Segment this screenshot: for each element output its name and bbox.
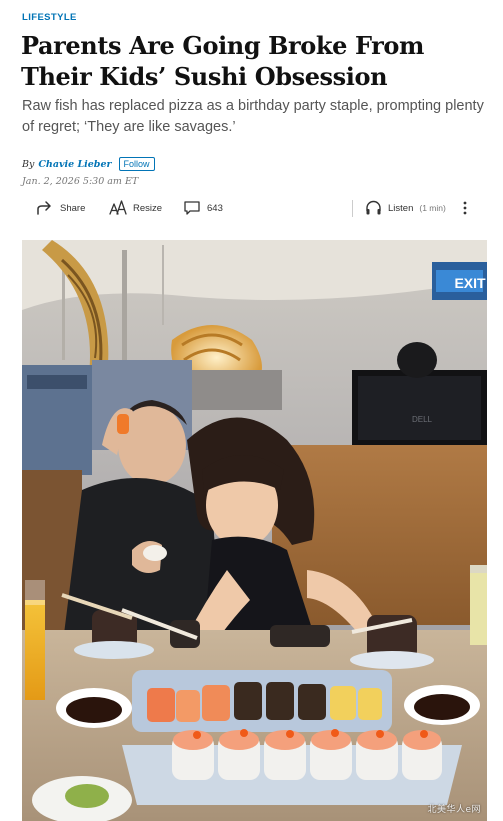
toolbar-divider	[352, 200, 353, 217]
author-link[interactable]: Chavie Lieber	[38, 159, 111, 170]
more-options-button[interactable]	[462, 196, 468, 220]
resize-icon	[109, 200, 127, 216]
byline: By Chavie Lieber Follow	[22, 156, 155, 172]
headphones-icon	[365, 200, 382, 216]
listen-duration: (1 min)	[419, 203, 446, 213]
share-label: Share	[60, 202, 86, 214]
follow-button[interactable]: Follow	[118, 157, 155, 171]
headline: Parents Are Going Broke From Their Kids’…	[21, 31, 425, 91]
resize-button[interactable]: Resize	[109, 196, 162, 220]
hero-photo: EXIT DELL 北美华人e网	[22, 240, 487, 821]
article-toolbar: Share Resize 643 Listen (1 min)	[22, 196, 483, 220]
watermark: 北美华人e网	[427, 805, 481, 815]
more-icon	[462, 200, 468, 216]
dek: Raw fish has replaced pizza as a birthda…	[22, 98, 484, 135]
comment-icon	[183, 200, 201, 216]
share-icon	[36, 200, 54, 216]
share-button[interactable]: Share	[36, 196, 85, 220]
publish-date: Jan. 2, 2026 5:30 am ET	[22, 176, 139, 187]
comments-button[interactable]: 643	[183, 196, 223, 220]
listen-label: Listen	[388, 202, 414, 214]
listen-button[interactable]: Listen (1 min)	[365, 196, 446, 220]
exit-sign: EXIT	[454, 275, 486, 291]
section-label[interactable]: LIFESTYLE	[22, 12, 77, 23]
byline-prefix: By	[22, 158, 35, 170]
monitor-brand: DELL	[412, 415, 433, 424]
comment-count: 643	[207, 202, 223, 214]
resize-label: Resize	[133, 202, 163, 214]
